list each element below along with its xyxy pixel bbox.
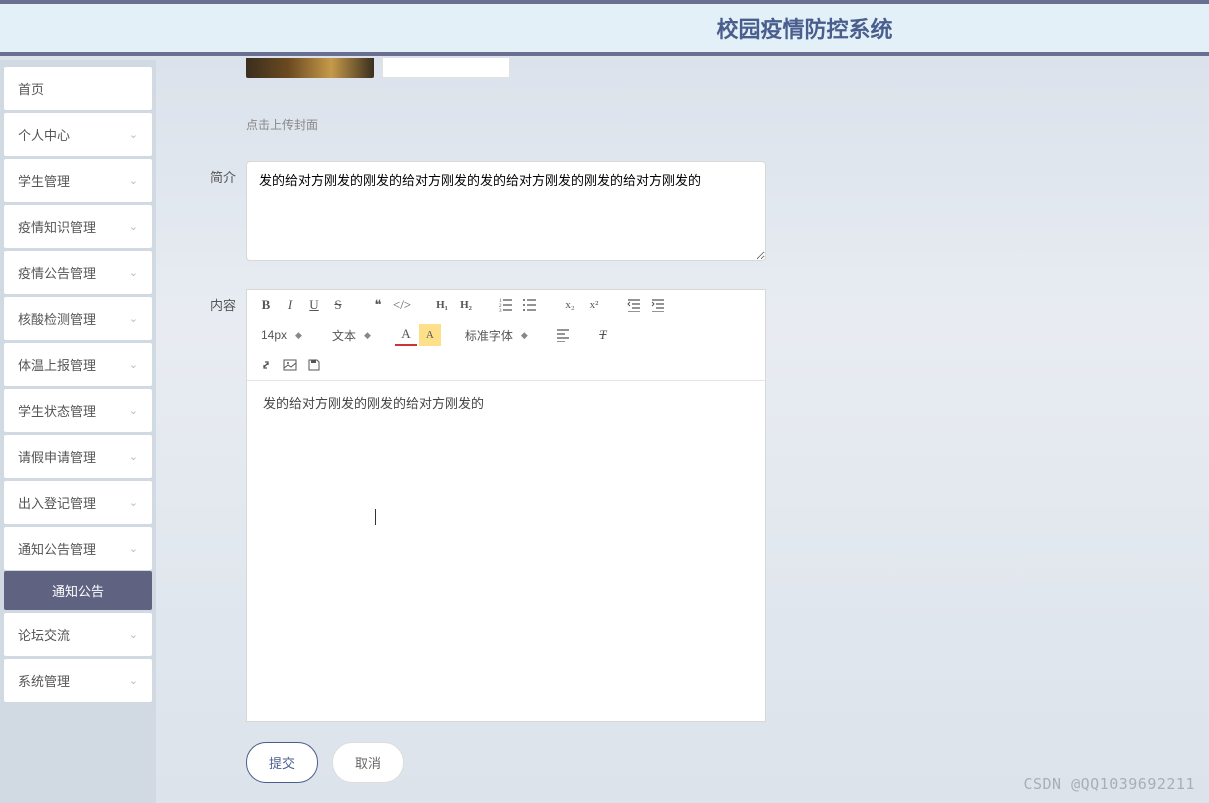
cover-upload-slot[interactable] [382, 58, 510, 78]
header: 校园疫情防控系统 [0, 4, 1209, 56]
chevron-down-icon: ⌄ [129, 542, 138, 555]
sidebar-item-notice[interactable]: 通知公告管理 ⌄ [4, 527, 152, 570]
font-family-select[interactable]: 标准字体 ◆ [459, 325, 534, 346]
cover-upload-row [246, 58, 1179, 78]
sidebar-item-home[interactable]: 首页 [4, 67, 152, 110]
chevron-down-icon: ⌄ [129, 450, 138, 463]
submit-button[interactable]: 提交 [246, 742, 318, 783]
code-icon[interactable]: </> [391, 294, 413, 316]
font-size-value: 14px [261, 328, 287, 342]
sidebar-item-status[interactable]: 学生状态管理 ⌄ [4, 389, 152, 432]
text-cursor-icon [375, 509, 376, 525]
caret-icon: ◆ [521, 330, 528, 341]
cancel-button[interactable]: 取消 [332, 742, 404, 783]
sidebar-item-label: 学生管理 [18, 171, 70, 190]
sidebar-item-system[interactable]: 系统管理 ⌄ [4, 659, 152, 702]
content-row: 内容 B I U S ❝ </> H₁ H₂ 123 [186, 289, 1179, 722]
app-title: 校园疫情防控系统 [716, 12, 892, 44]
sidebar-item-leave[interactable]: 请假申请管理 ⌄ [4, 435, 152, 478]
upload-hint: 点击上传封面 [246, 116, 1179, 133]
outdent-icon[interactable] [623, 294, 645, 316]
align-icon[interactable] [552, 324, 574, 346]
chevron-down-icon: ⌄ [129, 128, 138, 141]
intro-row: 简介 [186, 161, 1179, 261]
link-icon[interactable] [255, 354, 277, 376]
sidebar-item-announce[interactable]: 疫情公告管理 ⌄ [4, 251, 152, 294]
sidebar-item-label: 出入登记管理 [18, 493, 96, 512]
sidebar-item-knowledge[interactable]: 疫情知识管理 ⌄ [4, 205, 152, 248]
editor-body[interactable]: 发的给对方刚发的刚发的给对方刚发的 [247, 381, 765, 721]
sidebar-item-label: 系统管理 [18, 671, 70, 690]
sidebar-item-label: 学生状态管理 [18, 401, 96, 420]
chevron-down-icon: ⌄ [129, 628, 138, 641]
chevron-down-icon: ⌄ [129, 220, 138, 233]
sidebar-item-label: 请假申请管理 [18, 447, 96, 466]
unordered-list-icon[interactable] [519, 294, 541, 316]
underline-icon[interactable]: U [303, 294, 325, 316]
text-style-value: 文本 [332, 327, 356, 344]
italic-icon[interactable]: I [279, 294, 301, 316]
ordered-list-icon[interactable]: 123 [495, 294, 517, 316]
sidebar-item-nucleic[interactable]: 核酸检测管理 ⌄ [4, 297, 152, 340]
sidebar-item-profile[interactable]: 个人中心 ⌄ [4, 113, 152, 156]
bold-icon[interactable]: B [255, 294, 277, 316]
sidebar-item-label: 疫情公告管理 [18, 263, 96, 282]
strike-icon[interactable]: S [327, 294, 349, 316]
rich-editor: B I U S ❝ </> H₁ H₂ 123 x₂ x² [246, 289, 766, 722]
sidebar-item-label: 论坛交流 [18, 625, 70, 644]
font-color-icon[interactable]: A [395, 324, 417, 346]
superscript-icon[interactable]: x² [583, 294, 605, 316]
bg-color-icon[interactable]: A [419, 324, 441, 346]
caret-icon: ◆ [295, 330, 302, 341]
chevron-down-icon: ⌄ [129, 674, 138, 687]
sidebar-item-forum[interactable]: 论坛交流 ⌄ [4, 613, 152, 656]
font-size-select[interactable]: 14px ◆ [255, 326, 308, 344]
chevron-down-icon: ⌄ [129, 358, 138, 371]
quote-icon[interactable]: ❝ [367, 294, 389, 316]
sidebar: 首页 个人中心 ⌄ 学生管理 ⌄ 疫情知识管理 ⌄ 疫情公告管理 ⌄ 核酸检测管… [0, 60, 156, 803]
sidebar-item-label: 体温上报管理 [18, 355, 96, 374]
sidebar-item-access[interactable]: 出入登记管理 ⌄ [4, 481, 152, 524]
indent-icon[interactable] [647, 294, 669, 316]
image-icon[interactable] [279, 354, 301, 376]
sidebar-item-label: 核酸检测管理 [18, 309, 96, 328]
h1-icon[interactable]: H₁ [431, 294, 453, 316]
chevron-down-icon: ⌄ [129, 496, 138, 509]
sidebar-sub-label: 通知公告 [52, 581, 104, 600]
sidebar-item-label: 首页 [18, 79, 44, 98]
subscript-icon[interactable]: x₂ [559, 294, 581, 316]
text-style-select[interactable]: 文本 ◆ [326, 325, 377, 346]
editor-toolbar: B I U S ❝ </> H₁ H₂ 123 x₂ x² [247, 290, 765, 381]
sidebar-item-label: 个人中心 [18, 125, 70, 144]
svg-text:3: 3 [499, 309, 502, 312]
intro-label: 简介 [186, 161, 246, 261]
sidebar-item-temperature[interactable]: 体温上报管理 ⌄ [4, 343, 152, 386]
clear-format-icon[interactable]: T [592, 324, 614, 346]
cover-thumbnail[interactable] [246, 58, 374, 78]
intro-textarea[interactable] [246, 161, 766, 261]
caret-icon: ◆ [364, 330, 371, 341]
content-label: 内容 [186, 289, 246, 722]
save-icon[interactable] [303, 354, 325, 376]
editor-content: 发的给对方刚发的刚发的给对方刚发的 [263, 396, 484, 411]
chevron-down-icon: ⌄ [129, 174, 138, 187]
sidebar-item-label: 疫情知识管理 [18, 217, 96, 236]
sidebar-sub-notice[interactable]: 通知公告 [4, 571, 152, 610]
chevron-down-icon: ⌄ [129, 404, 138, 417]
font-family-value: 标准字体 [465, 327, 513, 344]
main-content: 点击上传封面 简介 内容 B I U S ❝ </> H₁ H₂ 123 [156, 60, 1209, 803]
chevron-down-icon: ⌄ [129, 312, 138, 325]
watermark: CSDN @QQ1039692211 [1023, 775, 1195, 793]
sidebar-item-students[interactable]: 学生管理 ⌄ [4, 159, 152, 202]
chevron-down-icon: ⌄ [129, 266, 138, 279]
h2-icon[interactable]: H₂ [455, 294, 477, 316]
sidebar-item-label: 通知公告管理 [18, 539, 96, 558]
